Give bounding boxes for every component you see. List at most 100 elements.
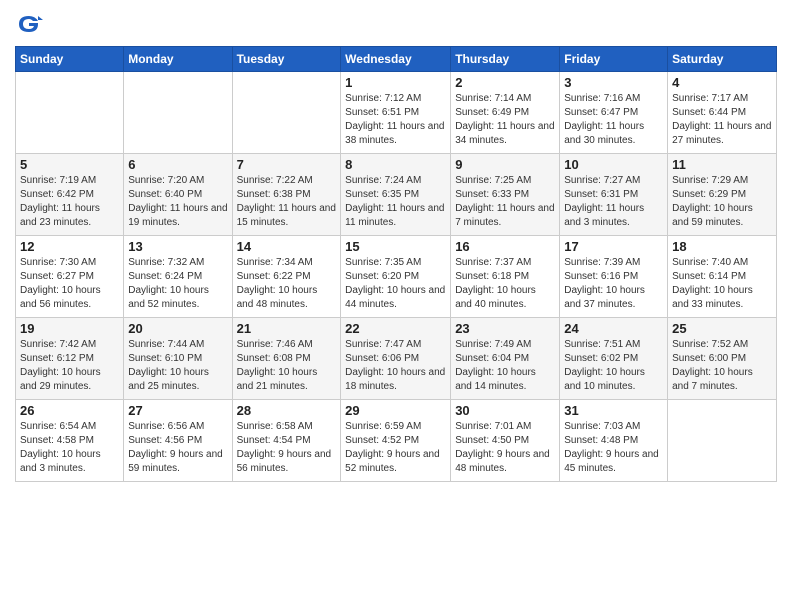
calendar-cell: 17 Sunrise: 7:39 AM Sunset: 6:16 PM Dayli…	[560, 236, 668, 318]
day-info: Sunrise: 7:40 AM Sunset: 6:14 PM Dayligh…	[672, 256, 772, 312]
day-number: 17	[564, 239, 663, 254]
page: SundayMondayTuesdayWednesdayThursdayFrid…	[0, 0, 792, 612]
day-number: 9	[455, 157, 555, 172]
day-info: Sunrise: 7:49 AM Sunset: 6:04 PM Dayligh…	[455, 338, 555, 394]
calendar-cell: 8 Sunrise: 7:24 AM Sunset: 6:35 PM Daylig…	[341, 154, 451, 236]
calendar-cell: 22Sunrise: 7:47 AM Sunset: 6:06 PM Dayli…	[341, 318, 451, 400]
day-number: 30	[455, 403, 555, 418]
day-number: 13	[128, 239, 227, 254]
logo	[15, 10, 47, 38]
day-number: 12	[20, 239, 119, 254]
logo-icon	[15, 10, 43, 38]
header	[15, 10, 777, 38]
day-number: 20	[128, 321, 227, 336]
calendar-table: SundayMondayTuesdayWednesdayThursdayFrid…	[15, 46, 777, 482]
calendar-cell: 19 Sunrise: 7:42 AM Sunset: 6:12 PM Dayli…	[16, 318, 124, 400]
day-number: 27	[128, 403, 227, 418]
day-info: Sunrise: 7:42 AM Sunset: 6:12 PM Dayligh…	[20, 338, 119, 394]
day-info: Sunrise: 7:01 AM Sunset: 4:50 PM Dayligh…	[455, 420, 555, 476]
calendar-cell: 11 Sunrise: 7:29 AM Sunset: 6:29 PM Dayli…	[668, 154, 777, 236]
calendar-cell: 29 Sunrise: 6:59 AM Sunset: 4:52 PM Dayli…	[341, 400, 451, 482]
column-header-monday: Monday	[124, 47, 232, 72]
day-number: 6	[128, 157, 227, 172]
calendar-week-0: 1Sunrise: 7:12 AM Sunset: 6:51 PM Daylig…	[16, 72, 777, 154]
calendar-cell: 26Sunrise: 6:54 AM Sunset: 4:58 PM Dayli…	[16, 400, 124, 482]
day-info: Sunrise: 7:29 AM Sunset: 6:29 PM Dayligh…	[672, 174, 772, 230]
calendar-cell: 2Sunrise: 7:14 AM Sunset: 6:49 PM Daylig…	[451, 72, 560, 154]
day-info: Sunrise: 7:19 AM Sunset: 6:42 PM Dayligh…	[20, 174, 119, 230]
day-number: 11	[672, 157, 772, 172]
day-info: Sunrise: 7:12 AM Sunset: 6:51 PM Dayligh…	[345, 92, 446, 148]
day-info: Sunrise: 7:24 AM Sunset: 6:35 PM Dayligh…	[345, 174, 446, 230]
day-info: Sunrise: 7:52 AM Sunset: 6:00 PM Dayligh…	[672, 338, 772, 394]
day-info: Sunrise: 6:54 AM Sunset: 4:58 PM Dayligh…	[20, 420, 119, 476]
column-header-friday: Friday	[560, 47, 668, 72]
day-info: Sunrise: 7:46 AM Sunset: 6:08 PM Dayligh…	[237, 338, 337, 394]
day-info: Sunrise: 7:20 AM Sunset: 6:40 PM Dayligh…	[128, 174, 227, 230]
calendar-cell: 25 Sunrise: 7:52 AM Sunset: 6:00 PM Dayli…	[668, 318, 777, 400]
day-info: Sunrise: 6:58 AM Sunset: 4:54 PM Dayligh…	[237, 420, 337, 476]
day-number: 4	[672, 75, 772, 90]
day-info: Sunrise: 7:03 AM Sunset: 4:48 PM Dayligh…	[564, 420, 663, 476]
calendar-cell: 15 Sunrise: 7:35 AM Sunset: 6:20 PM Dayli…	[341, 236, 451, 318]
calendar-cell: 6 Sunrise: 7:20 AM Sunset: 6:40 PM Daylig…	[124, 154, 232, 236]
day-number: 14	[237, 239, 337, 254]
calendar-week-1: 5 Sunrise: 7:19 AM Sunset: 6:42 PM Daylig…	[16, 154, 777, 236]
day-info: Sunrise: 7:22 AM Sunset: 6:38 PM Dayligh…	[237, 174, 337, 230]
calendar-cell: 16 Sunrise: 7:37 AM Sunset: 6:18 PM Dayli…	[451, 236, 560, 318]
day-info: Sunrise: 7:37 AM Sunset: 6:18 PM Dayligh…	[455, 256, 555, 312]
day-number: 28	[237, 403, 337, 418]
day-info: Sunrise: 6:56 AM Sunset: 4:56 PM Dayligh…	[128, 420, 227, 476]
day-number: 5	[20, 157, 119, 172]
day-number: 3	[564, 75, 663, 90]
calendar-cell	[124, 72, 232, 154]
calendar-cell: 9Sunrise: 7:25 AM Sunset: 6:33 PM Daylig…	[451, 154, 560, 236]
day-number: 21	[237, 321, 337, 336]
calendar-cell: 12Sunrise: 7:30 AM Sunset: 6:27 PM Dayli…	[16, 236, 124, 318]
calendar-header-row: SundayMondayTuesdayWednesdayThursdayFrid…	[16, 47, 777, 72]
day-number: 31	[564, 403, 663, 418]
day-number: 25	[672, 321, 772, 336]
day-info: Sunrise: 7:27 AM Sunset: 6:31 PM Dayligh…	[564, 174, 663, 230]
day-number: 22	[345, 321, 446, 336]
day-number: 29	[345, 403, 446, 418]
calendar-cell: 4 Sunrise: 7:17 AM Sunset: 6:44 PM Daylig…	[668, 72, 777, 154]
day-info: Sunrise: 7:32 AM Sunset: 6:24 PM Dayligh…	[128, 256, 227, 312]
calendar-cell: 27 Sunrise: 6:56 AM Sunset: 4:56 PM Dayli…	[124, 400, 232, 482]
calendar-cell: 10 Sunrise: 7:27 AM Sunset: 6:31 PM Dayli…	[560, 154, 668, 236]
day-info: Sunrise: 7:51 AM Sunset: 6:02 PM Dayligh…	[564, 338, 663, 394]
day-number: 2	[455, 75, 555, 90]
day-info: Sunrise: 7:17 AM Sunset: 6:44 PM Dayligh…	[672, 92, 772, 148]
calendar-cell: 28 Sunrise: 6:58 AM Sunset: 4:54 PM Dayli…	[232, 400, 341, 482]
column-header-saturday: Saturday	[668, 47, 777, 72]
day-number: 7	[237, 157, 337, 172]
calendar-cell: 24 Sunrise: 7:51 AM Sunset: 6:02 PM Dayli…	[560, 318, 668, 400]
column-header-wednesday: Wednesday	[341, 47, 451, 72]
calendar-cell: 1Sunrise: 7:12 AM Sunset: 6:51 PM Daylig…	[341, 72, 451, 154]
calendar-cell: 7 Sunrise: 7:22 AM Sunset: 6:38 PM Daylig…	[232, 154, 341, 236]
day-info: Sunrise: 7:35 AM Sunset: 6:20 PM Dayligh…	[345, 256, 446, 312]
calendar-cell	[668, 400, 777, 482]
day-number: 15	[345, 239, 446, 254]
calendar-cell: 21 Sunrise: 7:46 AM Sunset: 6:08 PM Dayli…	[232, 318, 341, 400]
column-header-tuesday: Tuesday	[232, 47, 341, 72]
day-number: 10	[564, 157, 663, 172]
day-number: 8	[345, 157, 446, 172]
calendar-cell	[16, 72, 124, 154]
calendar-cell: 3 Sunrise: 7:16 AM Sunset: 6:47 PM Daylig…	[560, 72, 668, 154]
calendar-cell: 23Sunrise: 7:49 AM Sunset: 6:04 PM Dayli…	[451, 318, 560, 400]
calendar-cell: 14Sunrise: 7:34 AM Sunset: 6:22 PM Dayli…	[232, 236, 341, 318]
day-info: Sunrise: 7:44 AM Sunset: 6:10 PM Dayligh…	[128, 338, 227, 394]
day-info: Sunrise: 6:59 AM Sunset: 4:52 PM Dayligh…	[345, 420, 446, 476]
day-number: 18	[672, 239, 772, 254]
calendar-week-2: 12Sunrise: 7:30 AM Sunset: 6:27 PM Dayli…	[16, 236, 777, 318]
calendar-cell: 30 Sunrise: 7:01 AM Sunset: 4:50 PM Dayli…	[451, 400, 560, 482]
day-info: Sunrise: 7:16 AM Sunset: 6:47 PM Dayligh…	[564, 92, 663, 148]
day-number: 19	[20, 321, 119, 336]
day-number: 16	[455, 239, 555, 254]
calendar-cell: 5 Sunrise: 7:19 AM Sunset: 6:42 PM Daylig…	[16, 154, 124, 236]
day-number: 24	[564, 321, 663, 336]
column-header-sunday: Sunday	[16, 47, 124, 72]
day-info: Sunrise: 7:39 AM Sunset: 6:16 PM Dayligh…	[564, 256, 663, 312]
calendar-cell	[232, 72, 341, 154]
